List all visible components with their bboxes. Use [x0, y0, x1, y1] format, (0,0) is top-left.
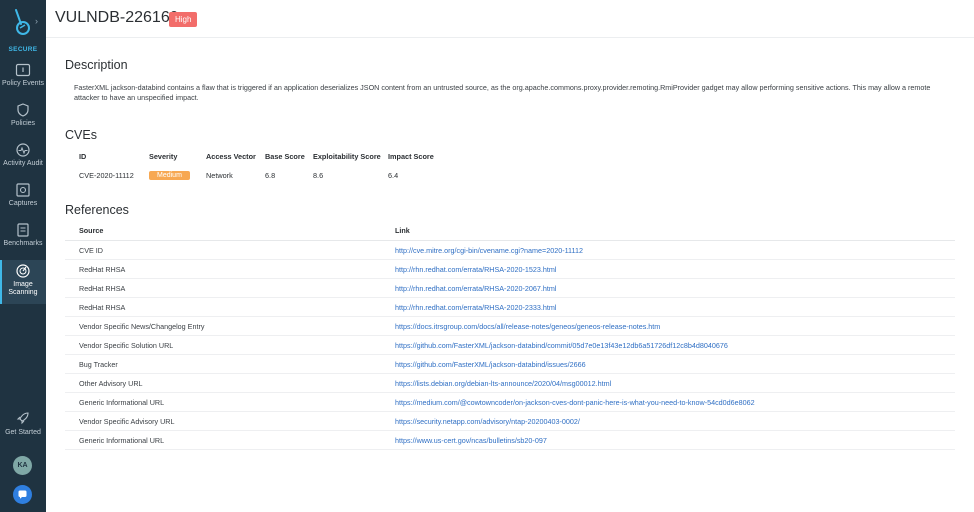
- image-scanning-icon: [16, 264, 30, 278]
- cve-severity-badge: Medium: [149, 171, 190, 180]
- cve-access-vector: Network: [206, 171, 233, 180]
- column-header: Link: [395, 226, 410, 235]
- table-row: RedHat RHSA http://rhn.redhat.com/errata/…: [65, 279, 955, 298]
- reference-source: Generic Informational URL: [79, 436, 165, 445]
- column-header: Base Score: [265, 152, 305, 161]
- references-table: Source Link CVE ID http://cve.mitre.org/c…: [65, 223, 955, 450]
- reference-source: Vendor Specific Advisory URL: [79, 417, 175, 426]
- benchmarks-icon: [17, 223, 29, 237]
- column-header: Access Vector: [206, 152, 256, 161]
- main-content: Description FasterXML jackson-databind c…: [46, 38, 974, 512]
- sidebar: SECURE › Policy Events Policies Activity…: [0, 0, 46, 512]
- description-text: FasterXML jackson-databind contains a fl…: [74, 83, 931, 102]
- cve-impact-score: 6.4: [388, 171, 399, 180]
- reference-source: CVE ID: [79, 246, 103, 255]
- table-row: Vendor Specific Advisory URL https://secu…: [65, 412, 955, 431]
- description-heading: Description: [65, 58, 128, 72]
- page-header: VULNDB-226169 High: [46, 0, 974, 38]
- reference-link[interactable]: http://rhn.redhat.com/errata/RHSA-2020-2…: [395, 303, 556, 312]
- reference-link[interactable]: https://github.com/FasterXML/jackson-dat…: [395, 341, 728, 350]
- cve-id: CVE-2020-11112: [79, 171, 134, 180]
- sidebar-item-label: Policy Events: [1, 80, 45, 87]
- reference-link[interactable]: https://docs.itrsgroup.com/docs/all/rele…: [395, 322, 660, 331]
- sidebar-item-benchmarks[interactable]: Benchmarks: [0, 223, 46, 255]
- reference-link[interactable]: http://cve.mitre.org/cgi-bin/cvename.cgi…: [395, 246, 583, 255]
- reference-link[interactable]: https://lists.debian.org/debian-lts-anno…: [395, 379, 611, 388]
- references-heading: References: [65, 203, 129, 217]
- table-row: RedHat RHSA http://rhn.redhat.com/errata/…: [65, 260, 955, 279]
- sidebar-item-label: Activity Audit: [3, 160, 43, 167]
- sidebar-item-get-started[interactable]: Get Started: [0, 410, 46, 444]
- sidebar-item-activity-audit[interactable]: Activity Audit: [0, 143, 46, 175]
- sidebar-item-label: Policies: [10, 120, 36, 127]
- secure-logo-icon: [15, 9, 30, 35]
- sidebar-item-image-scanning[interactable]: Image Scanning: [0, 260, 46, 304]
- page-title: VULNDB-226169: [55, 9, 179, 26]
- table-row: Vendor Specific Solution URL https://gith…: [65, 336, 955, 355]
- reference-source: Vendor Specific Solution URL: [79, 341, 174, 350]
- chat-button[interactable]: [13, 485, 32, 504]
- cve-exploitability-score: 8.6: [313, 171, 324, 180]
- table-row: Generic Informational URL https://www.us-…: [65, 431, 955, 450]
- reference-source: Generic Informational URL: [79, 398, 165, 407]
- column-header: Exploitability Score: [313, 152, 381, 161]
- cve-base-score: 6.8: [265, 171, 276, 180]
- activity-audit-icon: [16, 143, 30, 157]
- table-row: Other Advisory URL https://lists.debian.o…: [65, 374, 955, 393]
- references-table-header: Source Link: [65, 223, 955, 241]
- severity-badge: High: [169, 12, 198, 27]
- captures-icon: [16, 183, 30, 197]
- reference-link[interactable]: https://www.us-cert.gov/ncas/bulletins/s…: [395, 436, 547, 445]
- reference-link[interactable]: https://medium.com/@cowtowncoder/on-jack…: [395, 398, 755, 407]
- column-header: Impact Score: [388, 152, 434, 161]
- sidebar-item-label: Image Scanning: [8, 281, 38, 296]
- reference-source: Other Advisory URL: [79, 379, 143, 388]
- table-row: Bug Tracker https://github.com/FasterXML/…: [65, 355, 955, 374]
- sidebar-item-label: Get Started: [5, 429, 41, 436]
- reference-source: RedHat RHSA: [79, 284, 126, 293]
- sidebar-item-policies[interactable]: Policies: [0, 103, 46, 135]
- table-row: Generic Informational URL https://medium.…: [65, 393, 955, 412]
- reference-link[interactable]: http://rhn.redhat.com/errata/RHSA-2020-2…: [395, 284, 556, 293]
- table-row: Vendor Specific News/Changelog Entry http…: [65, 317, 955, 336]
- policy-events-icon: [15, 63, 31, 77]
- secure-brand[interactable]: SECURE: [0, 6, 46, 53]
- brand-label: SECURE: [8, 46, 38, 53]
- reference-source: Bug Tracker: [79, 360, 118, 369]
- chevron-right-icon[interactable]: ›: [35, 16, 38, 26]
- avatar[interactable]: KA: [13, 456, 32, 475]
- rocket-icon: [16, 412, 29, 425]
- cves-heading: CVEs: [65, 128, 97, 142]
- sidebar-item-policy-events[interactable]: Policy Events: [0, 63, 46, 95]
- column-header: Source: [79, 226, 104, 235]
- reference-link[interactable]: http://rhn.redhat.com/errata/RHSA-2020-1…: [395, 265, 556, 274]
- sidebar-item-label: Captures: [8, 200, 38, 207]
- reference-source: RedHat RHSA: [79, 303, 126, 312]
- reference-link[interactable]: https://github.com/FasterXML/jackson-dat…: [395, 360, 586, 369]
- chat-icon: [18, 490, 27, 499]
- table-row: CVE ID http://cve.mitre.org/cgi-bin/cvena…: [65, 241, 955, 260]
- policies-icon: [17, 103, 29, 117]
- column-header: ID: [79, 152, 87, 161]
- column-header: Severity: [149, 152, 178, 161]
- sidebar-item-label: Benchmarks: [3, 240, 43, 247]
- reference-source: RedHat RHSA: [79, 265, 126, 274]
- table-row: RedHat RHSA http://rhn.redhat.com/errata/…: [65, 298, 955, 317]
- reference-link[interactable]: https://security.netapp.com/advisory/nta…: [395, 417, 580, 426]
- sidebar-item-captures[interactable]: Captures: [0, 183, 46, 215]
- reference-source: Vendor Specific News/Changelog Entry: [79, 322, 205, 331]
